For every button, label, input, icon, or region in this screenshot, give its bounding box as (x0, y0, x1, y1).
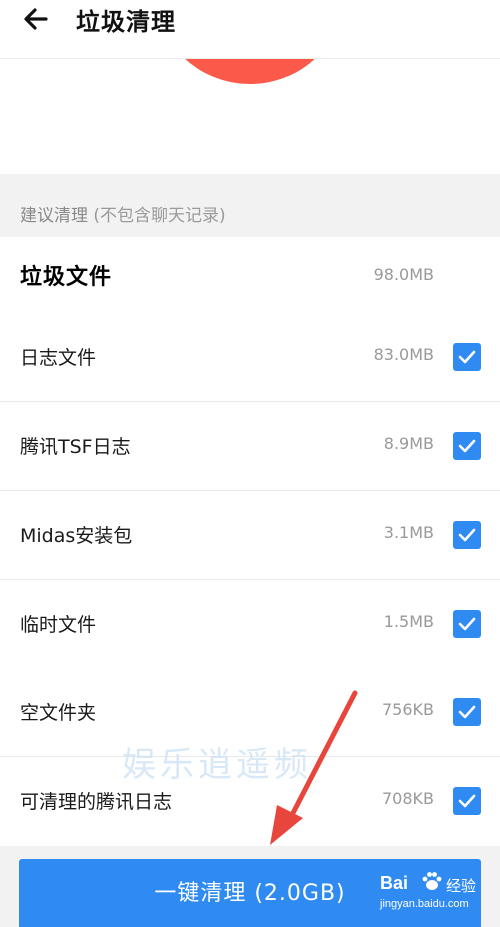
item-size: 708KB (381, 789, 434, 808)
item-checkbox[interactable] (453, 432, 481, 460)
section-title: 建议清理 (不包含聊天记录) (20, 201, 226, 226)
checkmark-icon (458, 528, 476, 542)
watermark-text: 娱乐逍遥频 (122, 745, 312, 785)
item-size: 3.1MB (383, 523, 434, 542)
item-checkbox[interactable] (453, 610, 481, 638)
baidu-logo-text: Bai (380, 873, 409, 893)
item-size: 83.0MB (373, 345, 434, 364)
section-note: (不包含聊天记录) (93, 206, 226, 226)
item-label: 日志文件 (20, 347, 97, 369)
group-size: 98.0MB (373, 265, 434, 284)
top-app-bar: 垃圾清理 (0, 0, 500, 58)
section-header: 建议清理 (不包含聊天记录) (0, 174, 500, 237)
list-item[interactable]: Midas安装包 3.1MB (0, 491, 500, 580)
baidu-url: jingyan.baidu.com (380, 898, 469, 910)
item-label: 临时文件 (20, 614, 97, 636)
list-item[interactable]: 日志文件 83.0MB (0, 313, 500, 402)
baidu-jingyan-text: 经验 (446, 877, 477, 895)
checkmark-icon (458, 705, 476, 719)
group-label: 垃圾文件 (20, 265, 113, 290)
arrow-left-icon[interactable] (20, 3, 52, 35)
item-label: 可清理的腾讯日志 (20, 791, 173, 813)
junk-clean-screen: 垃圾清理 建议清理 (不包含聊天记录) 垃圾文件 98.0MB 日志文件 83.… (0, 0, 500, 927)
item-checkbox[interactable] (453, 698, 481, 726)
checkmark-icon (458, 350, 476, 364)
page-title: 垃圾清理 (76, 8, 176, 36)
item-size: 8.9MB (383, 434, 434, 453)
checkmark-icon (458, 439, 476, 453)
checkmark-icon (458, 794, 476, 808)
scan-circle (155, 58, 345, 84)
scan-progress-area (0, 58, 500, 174)
item-checkbox[interactable] (453, 787, 481, 815)
item-label: 空文件夹 (20, 702, 97, 724)
section-title-text: 建议清理 (20, 206, 88, 226)
baidu-jingyan-watermark: Bai 经验 jingyan.baidu.com (380, 872, 480, 921)
item-size: 756KB (381, 700, 434, 719)
item-label: Midas安装包 (20, 525, 133, 547)
item-checkbox[interactable] (453, 343, 481, 371)
list-item[interactable]: 腾讯TSF日志 8.9MB (0, 402, 500, 491)
item-checkbox[interactable] (453, 521, 481, 549)
list-item[interactable]: 临时文件 1.5MB (0, 580, 500, 669)
baidu-paw-icon (422, 872, 442, 890)
item-label: 腾讯TSF日志 (20, 436, 131, 458)
item-size: 1.5MB (383, 612, 434, 631)
checkmark-icon (458, 617, 476, 631)
